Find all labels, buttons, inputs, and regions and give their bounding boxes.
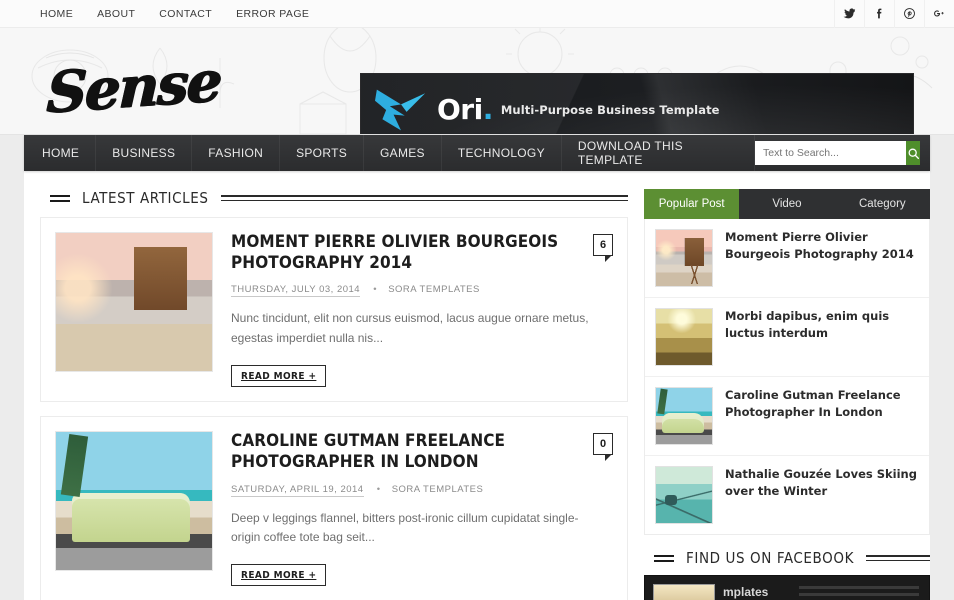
popular-post-thumbnail bbox=[655, 466, 713, 524]
section-rule bbox=[866, 555, 930, 561]
origami-bird-icon bbox=[373, 84, 429, 136]
topnav-item-about[interactable]: ABOUT bbox=[85, 0, 147, 28]
post-author[interactable]: SORA TEMPLATES bbox=[388, 284, 480, 295]
popular-post-title[interactable]: Moment Pierre Olivier Bourgeois Photogra… bbox=[713, 229, 919, 287]
site-logo-text: Sense bbox=[45, 48, 221, 126]
post-author[interactable]: SORA TEMPLATES bbox=[392, 484, 484, 495]
comment-count: 6 bbox=[593, 234, 613, 256]
banner-brand-dot: . bbox=[483, 93, 493, 126]
main-navigation: HOME BUSINESS FASHION SPORTS GAMES TECHN… bbox=[24, 135, 930, 171]
google-plus-icon[interactable] bbox=[924, 0, 954, 28]
list-item[interactable]: Nathalie Gouzée Loves Skiing over the Wi… bbox=[645, 456, 929, 534]
facebook-widget-label: mplates bbox=[723, 585, 768, 599]
list-item[interactable]: Moment Pierre Olivier Bourgeois Photogra… bbox=[645, 219, 929, 298]
popular-post-title[interactable]: Morbi dapibus, enim quis luctus interdum bbox=[713, 308, 919, 366]
list-item[interactable]: Caroline Gutman Freelance Photographer I… bbox=[645, 377, 929, 456]
post-thumbnail[interactable] bbox=[55, 431, 213, 571]
facebook-section-title: FIND US ON FACEBOOK bbox=[686, 549, 854, 567]
topnav-item-home[interactable]: HOME bbox=[28, 0, 85, 28]
post-body: MOMENT PIERRE OLIVIER BOURGEOIS PHOTOGRA… bbox=[213, 232, 613, 387]
section-title: LATEST ARTICLES bbox=[82, 189, 209, 207]
page-root: HOME ABOUT CONTACT ERROR PAGE bbox=[0, 0, 954, 600]
nav-item-sports[interactable]: SPORTS bbox=[280, 135, 364, 171]
tab-video[interactable]: Video bbox=[739, 189, 834, 219]
comment-bubble-tail bbox=[605, 455, 611, 461]
nav-item-games[interactable]: GAMES bbox=[364, 135, 442, 171]
nav-item-home[interactable]: HOME bbox=[24, 135, 96, 171]
sidebar: Popular Post Video Category Moment Pierr… bbox=[644, 171, 930, 600]
post-thumbnail[interactable] bbox=[55, 232, 213, 372]
comment-count-badge[interactable]: 6 bbox=[593, 234, 613, 256]
section-bars-icon bbox=[654, 555, 674, 562]
topnav-item-contact[interactable]: CONTACT bbox=[147, 0, 224, 28]
popular-post-title[interactable]: Caroline Gutman Freelance Photographer I… bbox=[713, 387, 919, 445]
popular-post-thumbnail bbox=[655, 387, 713, 445]
search-input[interactable] bbox=[755, 141, 906, 165]
nav-item-business[interactable]: BUSINESS bbox=[96, 135, 192, 171]
header-banner-ad[interactable]: Ori. Multi-Purpose Business Template bbox=[360, 73, 914, 135]
comment-count-badge[interactable]: 0 bbox=[593, 433, 613, 455]
comment-bubble-tail bbox=[605, 256, 611, 262]
post-body: CAROLINE GUTMAN FREELANCE PHOTOGRAPHER I… bbox=[213, 431, 613, 586]
post-meta: THURSDAY, JULY 03, 2014 SORA TEMPLATES bbox=[231, 284, 613, 295]
top-bar: HOME ABOUT CONTACT ERROR PAGE bbox=[0, 0, 954, 28]
main-content: LATEST ARTICLES MOMENT PIERRE OLIVIER BO… bbox=[24, 171, 644, 600]
post-date: SATURDAY, APRIL 19, 2014 bbox=[231, 484, 364, 497]
pinterest-icon[interactable] bbox=[894, 0, 924, 28]
post-title[interactable]: CAROLINE GUTMAN FREELANCE PHOTOGRAPHER I… bbox=[231, 431, 593, 472]
section-bars-icon bbox=[50, 195, 70, 202]
nav-item-technology[interactable]: TECHNOLOGY bbox=[442, 135, 562, 171]
social-links bbox=[834, 0, 954, 28]
latest-articles-heading: LATEST ARTICLES bbox=[40, 171, 628, 217]
meta-separator bbox=[377, 484, 381, 495]
read-more-button[interactable]: READ MORE + bbox=[231, 365, 326, 387]
cable-car-gondola-teal-image bbox=[656, 467, 712, 523]
twitter-icon[interactable] bbox=[834, 0, 864, 28]
list-item[interactable]: Morbi dapibus, enim quis luctus interdum bbox=[645, 298, 929, 377]
post-meta: SATURDAY, APRIL 19, 2014 SORA TEMPLATES bbox=[231, 484, 613, 495]
site-header: Sense Ori. Multi-Purpose Business Templa… bbox=[0, 28, 954, 135]
read-more-button[interactable]: READ MORE + bbox=[231, 564, 326, 586]
popular-post-thumbnail bbox=[655, 308, 713, 366]
nav-item-download-this-template[interactable]: DOWNLOAD THIS TEMPLATE bbox=[562, 135, 755, 171]
comment-count: 0 bbox=[593, 433, 613, 455]
popular-post-title[interactable]: Nathalie Gouzée Loves Skiing over the Wi… bbox=[713, 466, 919, 524]
post-title[interactable]: MOMENT PIERRE OLIVIER BOURGEOIS PHOTOGRA… bbox=[231, 232, 593, 273]
sidebar-tabs: Popular Post Video Category bbox=[644, 189, 930, 219]
facebook-section-heading: FIND US ON FACEBOOK bbox=[644, 535, 930, 575]
top-navigation: HOME ABOUT CONTACT ERROR PAGE bbox=[0, 0, 321, 28]
post-excerpt: Deep v leggings flannel, bitters post-ir… bbox=[231, 509, 591, 549]
table-row[interactable]: CAROLINE GUTMAN FREELANCE PHOTOGRAPHER I… bbox=[40, 416, 628, 600]
beach-lifeguard-tower-sunset-image bbox=[656, 230, 712, 286]
facebook-icon[interactable] bbox=[864, 0, 894, 28]
banner-tagline: Multi-Purpose Business Template bbox=[501, 103, 720, 117]
meta-separator bbox=[373, 284, 377, 295]
search-button[interactable] bbox=[906, 141, 920, 165]
facebook-widget-image bbox=[653, 584, 715, 600]
table-row[interactable]: MOMENT PIERRE OLIVIER BOURGEOIS PHOTOGRA… bbox=[40, 217, 628, 402]
popular-posts-list: Moment Pierre Olivier Bourgeois Photogra… bbox=[644, 219, 930, 535]
tab-category[interactable]: Category bbox=[835, 189, 930, 219]
search-box bbox=[755, 141, 920, 165]
banner-brand: Ori. bbox=[437, 93, 493, 126]
facebook-widget-text-lines bbox=[799, 586, 919, 600]
golden-field-sunlight-image bbox=[656, 309, 712, 365]
vw-van-palm-trees-beach-image bbox=[656, 388, 712, 444]
section-rule bbox=[221, 195, 628, 201]
tab-popular-post[interactable]: Popular Post bbox=[644, 189, 739, 219]
topnav-item-error-page[interactable]: ERROR PAGE bbox=[224, 0, 321, 28]
vw-van-palm-trees-beach-image bbox=[56, 432, 212, 570]
site-logo[interactable]: Sense bbox=[46, 54, 220, 120]
beach-lifeguard-tower-sunset-image bbox=[56, 233, 212, 371]
popular-post-thumbnail bbox=[655, 229, 713, 287]
nav-item-fashion[interactable]: FASHION bbox=[192, 135, 280, 171]
facebook-widget[interactable]: mplates bbox=[644, 575, 930, 600]
page-body: LATEST ARTICLES MOMENT PIERRE OLIVIER BO… bbox=[24, 171, 930, 600]
post-excerpt: Nunc tincidunt, elit non cursus euismod,… bbox=[231, 309, 591, 349]
post-date: THURSDAY, JULY 03, 2014 bbox=[231, 284, 360, 297]
